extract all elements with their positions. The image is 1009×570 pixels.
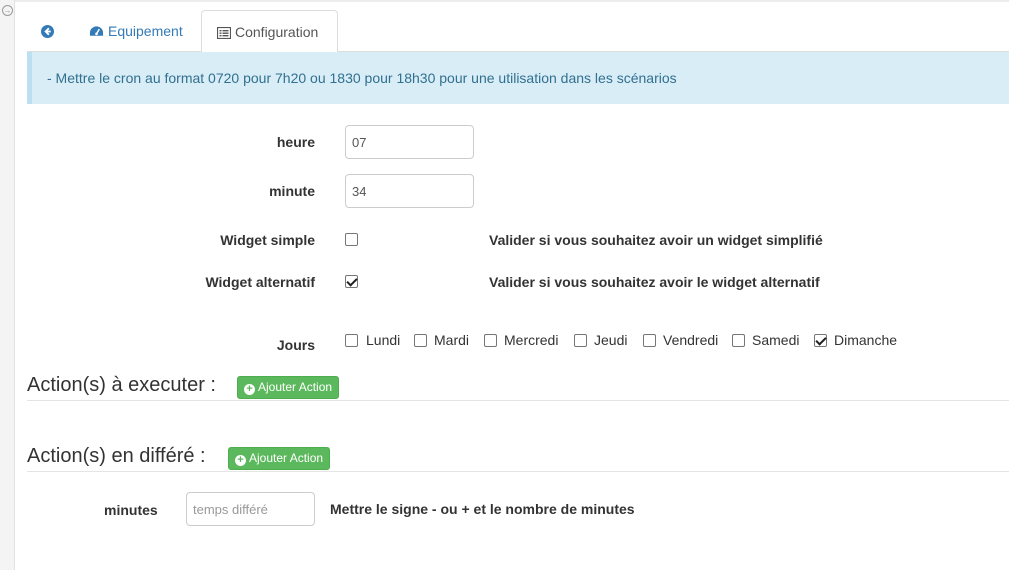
widget-simple-label: Widget simple [220,232,315,248]
day-checkbox-samedi[interactable] [732,334,745,347]
add-action-label: Ajouter Action [258,380,333,394]
tab-bar: Equipement Configuration [27,10,1009,53]
delay-minutes-help: Mettre le signe - ou + et le nombre de m… [330,501,635,517]
day-label-mardi: Mardi [434,332,470,348]
minute-input[interactable] [345,174,474,208]
heure-label: heure [276,134,315,150]
day-label-jeudi: Jeudi [594,332,628,348]
info-alert: - Mettre le cron au format 0720 pour 7h2… [27,52,1009,104]
actions-section-title: Action(s) à executer : [27,374,216,396]
tab-equipement-label: Equipement [108,23,183,39]
arrow-circle-left-icon [40,25,54,38]
delayed-section-title: Action(s) en différé : [27,445,206,467]
heure-input[interactable] [345,125,474,159]
delay-minutes-input[interactable] [186,492,315,526]
tab-back[interactable] [27,10,71,52]
widget-simple-checkbox[interactable] [345,233,358,246]
widget-simple-help: Valider si vous souhaitez avoir un widge… [489,232,823,248]
day-checkbox-lundi[interactable] [345,334,358,347]
list-alt-icon [216,26,232,40]
widget-alternatif-checkbox[interactable] [345,275,358,288]
day-label-lundi: Lundi [366,332,401,348]
widget-alternatif-label: Widget alternatif [205,274,315,290]
add-delayed-action-button[interactable]: + Ajouter Action [228,447,331,470]
add-delayed-action-label: Ajouter Action [249,451,324,465]
day-checkbox-vendredi[interactable] [643,334,656,347]
actions-section-divider [27,400,1009,401]
plus-circle-icon: + [235,455,246,466]
tab-equipement[interactable]: Equipement [79,10,193,52]
collapse-toggle-icon[interactable]: → [2,5,13,16]
plus-circle-icon: + [244,384,255,395]
tab-configuration[interactable]: Configuration [201,10,338,53]
tachometer-icon [89,26,104,36]
delay-minutes-label: minutes [104,502,158,518]
day-checkbox-dimanche[interactable] [814,334,827,347]
delayed-section-divider [27,471,1009,472]
day-label-mercredi: Mercredi [504,332,559,348]
top-divider [15,0,1009,2]
add-action-button[interactable]: + Ajouter Action [237,376,340,399]
day-checkbox-mercredi[interactable] [484,334,497,347]
jours-label: Jours [276,337,315,353]
day-label-samedi: Samedi [752,332,800,348]
minute-label: minute [269,183,315,199]
day-label-vendredi: Vendredi [663,332,719,348]
left-rail: → [0,0,15,570]
day-checkbox-jeudi[interactable] [574,334,587,347]
tab-configuration-label: Configuration [235,24,319,40]
day-checkbox-mardi[interactable] [414,334,427,347]
widget-alternatif-help: Valider si vous souhaitez avoir le widge… [489,274,820,290]
day-label-dimanche: Dimanche [834,332,898,348]
